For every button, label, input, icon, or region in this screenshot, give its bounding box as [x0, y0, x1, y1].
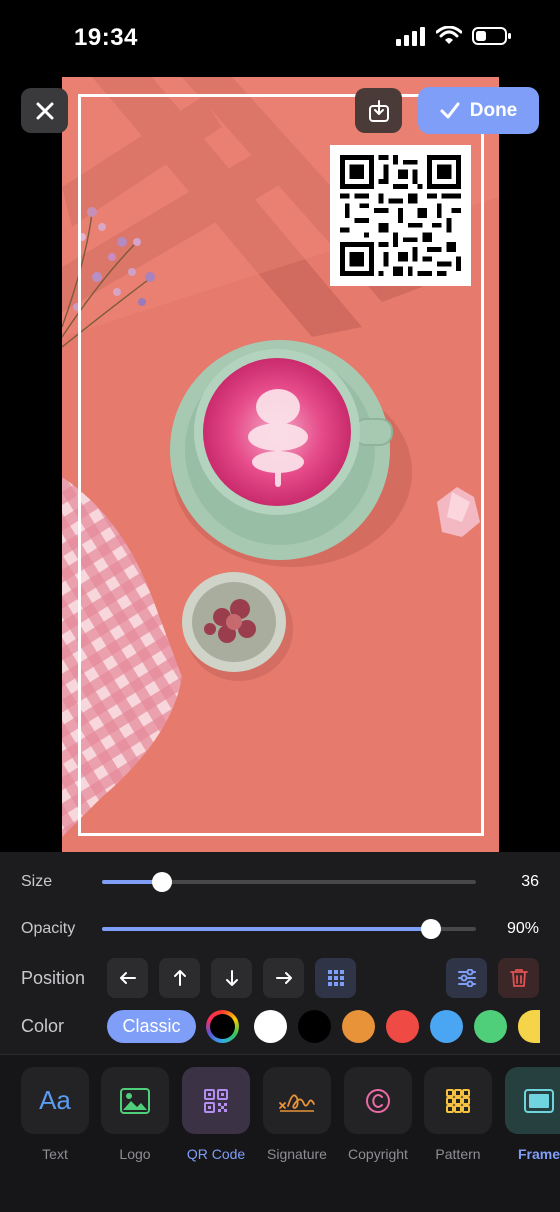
move-left-button[interactable] — [107, 958, 148, 998]
custom-color-swatch[interactable] — [206, 1010, 239, 1043]
download-icon — [368, 99, 389, 122]
qr-code-watermark[interactable] — [330, 145, 471, 286]
adjust-settings-button[interactable] — [446, 958, 487, 998]
tool-frame-label: Frame — [517, 1146, 560, 1162]
close-icon — [36, 102, 53, 119]
color-swatch-black[interactable] — [298, 1010, 331, 1043]
tool-signature-tile — [263, 1067, 331, 1134]
tool-bar: Aa Text Logo QR Code Signature Copyright… — [0, 1054, 560, 1212]
wifi-icon — [436, 26, 462, 44]
tool-qr-code[interactable]: QR Code — [182, 1067, 250, 1162]
signature-icon — [279, 1093, 315, 1112]
color-swatch-green[interactable] — [474, 1010, 507, 1043]
tool-qr-code-tile — [182, 1067, 250, 1134]
size-label: Size — [21, 873, 53, 890]
move-right-button[interactable] — [263, 958, 304, 998]
copyright-icon — [366, 1088, 390, 1113]
grid-icon — [446, 1088, 470, 1113]
qr-code-icon — [204, 1088, 228, 1113]
tool-copyright-label: Copyright — [348, 1146, 408, 1162]
size-value: 36 — [521, 873, 539, 890]
tool-copyright[interactable]: Copyright — [344, 1067, 412, 1162]
photo-canvas[interactable] — [62, 77, 499, 852]
arrow-down-icon — [225, 970, 238, 986]
tool-logo[interactable]: Logo — [101, 1067, 169, 1162]
move-up-button[interactable] — [159, 958, 200, 998]
checkmark-icon — [440, 102, 460, 118]
color-swatch-blue[interactable] — [430, 1010, 463, 1043]
dot-grid-icon — [327, 970, 344, 986]
color-swatch-white[interactable] — [254, 1010, 287, 1043]
size-slider-thumb[interactable] — [151, 872, 172, 892]
done-button[interactable]: Done — [418, 87, 539, 134]
image-icon — [120, 1087, 150, 1114]
tool-text[interactable]: Aa Text — [21, 1067, 89, 1162]
opacity-value: 90% — [506, 920, 539, 937]
trash-icon — [509, 969, 528, 987]
opacity-slider[interactable] — [102, 919, 476, 939]
color-swatch-orange[interactable] — [342, 1010, 375, 1043]
custom-color-center — [210, 1014, 235, 1039]
battery-icon — [472, 27, 511, 45]
close-button[interactable] — [21, 88, 68, 133]
color-swatch-red[interactable] — [386, 1010, 419, 1043]
frame-icon — [524, 1088, 554, 1113]
color-label: Color — [21, 1016, 65, 1036]
text-icon: Aa — [39, 1085, 71, 1115]
tool-copyright-tile — [344, 1067, 412, 1134]
sliders-icon — [457, 969, 476, 987]
status-bar: 19:34 — [0, 0, 560, 76]
tool-signature-label: Signature — [267, 1146, 327, 1162]
download-button[interactable] — [355, 88, 402, 133]
arrow-right-icon — [275, 972, 292, 984]
opacity-slider-fill — [102, 927, 432, 931]
tool-text-tile: Aa — [21, 1067, 89, 1134]
tool-logo-tile — [101, 1067, 169, 1134]
tool-qr-code-label: QR Code — [186, 1146, 246, 1162]
size-slider[interactable] — [102, 872, 476, 892]
arrow-up-icon — [173, 970, 186, 986]
position-grid-button[interactable] — [315, 958, 356, 998]
classic-color-button[interactable]: Classic — [107, 1010, 196, 1043]
tool-frame-tile — [505, 1067, 560, 1134]
status-icons — [396, 26, 512, 46]
position-label: Position — [21, 968, 86, 988]
status-time: 19:34 — [74, 24, 138, 51]
move-down-button[interactable] — [211, 958, 252, 998]
tool-pattern[interactable]: Pattern — [424, 1067, 492, 1162]
qr-code-icon — [340, 155, 461, 276]
arrow-left-icon — [119, 972, 136, 984]
tool-pattern-tile — [424, 1067, 492, 1134]
tool-signature[interactable]: Signature — [263, 1067, 331, 1162]
opacity-slider-thumb[interactable] — [421, 919, 442, 939]
tool-pattern-label: Pattern — [435, 1146, 481, 1162]
tool-text-label: Text — [42, 1146, 68, 1162]
opacity-label: Opacity — [21, 920, 76, 937]
tool-frame[interactable]: Frame — [505, 1067, 560, 1162]
tool-logo-label: Logo — [119, 1146, 151, 1162]
delete-button[interactable] — [498, 958, 539, 998]
cellular-signal-icon — [396, 27, 425, 46]
done-label: Done — [469, 99, 518, 121]
